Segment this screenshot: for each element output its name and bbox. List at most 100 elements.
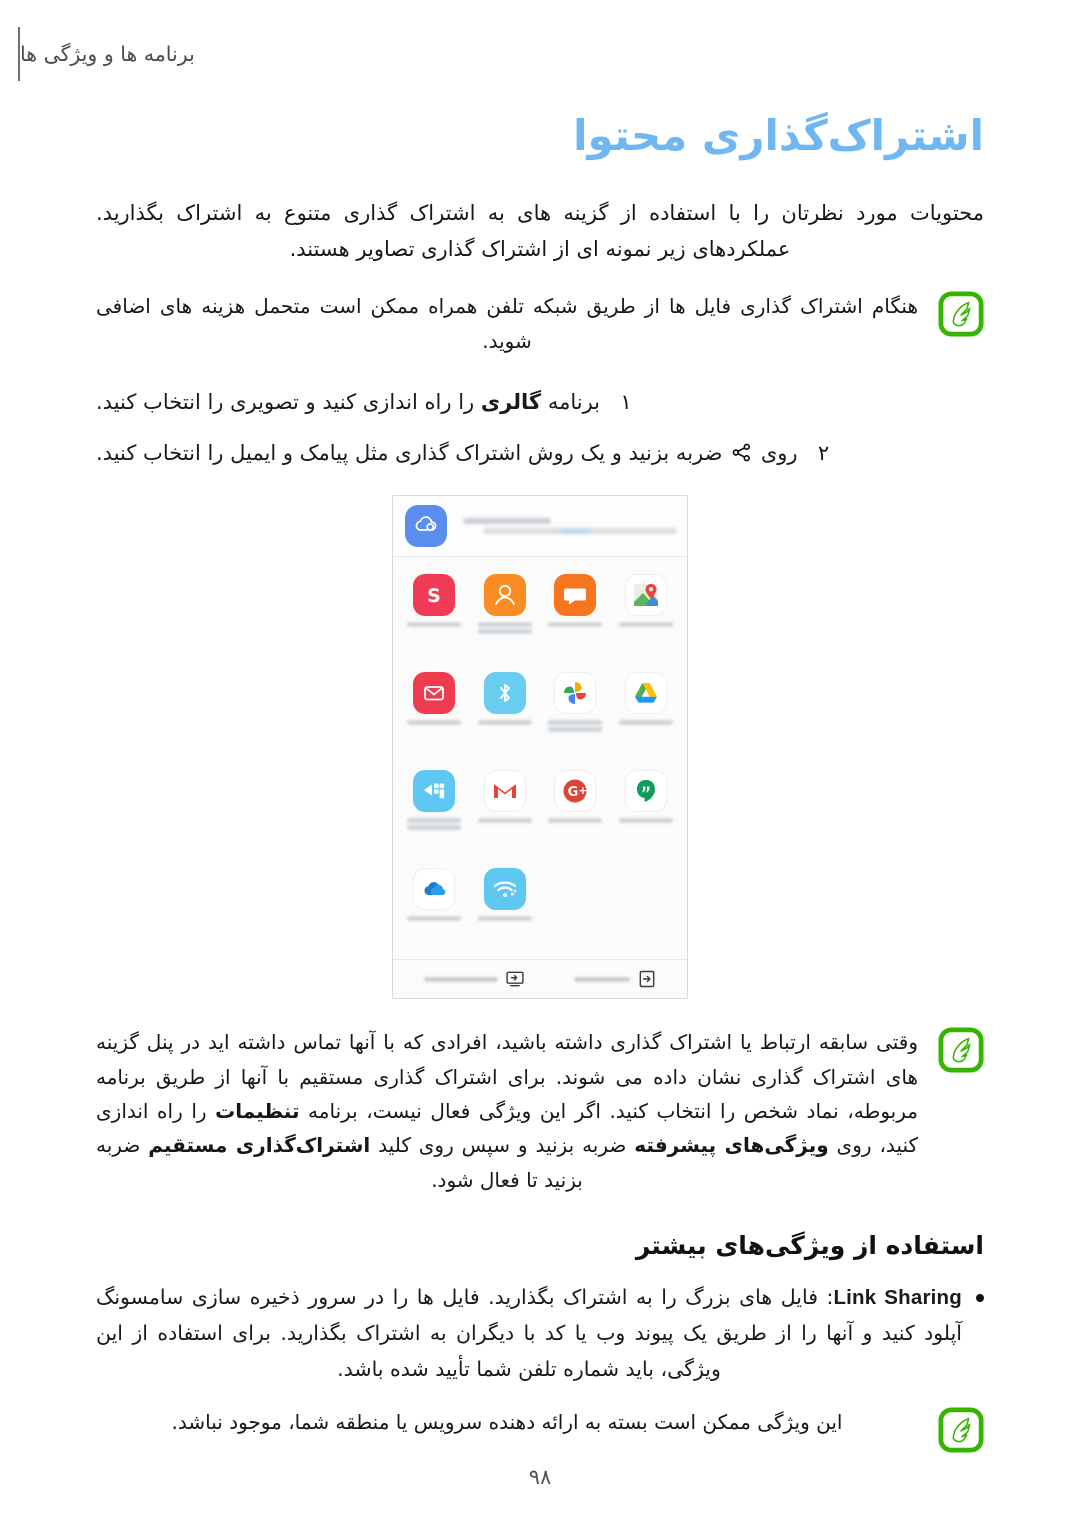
app-label-blurred xyxy=(618,622,673,628)
svg-text:S: S xyxy=(427,585,441,607)
hangouts-icon xyxy=(624,770,667,813)
header-subtitle-placeholder xyxy=(483,528,677,535)
share-icon xyxy=(731,442,752,463)
step-2-number: ۲ xyxy=(817,440,830,465)
link-sharing-icon xyxy=(637,969,657,989)
note-bottom-line3: ضربه بزنید و سپس روی کلید xyxy=(370,1133,635,1158)
share-target-google-photos[interactable] xyxy=(540,665,611,759)
note-last-text: این ویژگی ممکن است بسته به ارائه دهنده س… xyxy=(171,1410,843,1435)
share-target-google-drive[interactable] xyxy=(611,665,682,759)
wifi-direct-icon xyxy=(483,868,526,911)
share-sheet-screenshot: S G + xyxy=(96,495,984,1000)
share-target-google-plus[interactable]: G + xyxy=(540,763,611,857)
bullet-term-link-sharing: Link Sharing xyxy=(833,1286,962,1310)
app-label-blurred xyxy=(477,916,532,922)
share-target-wifi-direct[interactable] xyxy=(470,861,541,955)
footer-label-blurred xyxy=(423,976,498,982)
note-callout-last: این ویژگی ممکن است بسته به ارائه دهنده س… xyxy=(96,1405,984,1453)
note-bottom-bold-settings: تنظیمات xyxy=(215,1099,300,1124)
footer-label-blurred xyxy=(573,976,630,982)
step-2: ۲ روی ضربه بزنید و یک روش اشتراک گذاری م… xyxy=(96,435,984,472)
google-drive-icon xyxy=(624,672,667,715)
share-target-hangouts[interactable] xyxy=(611,763,682,857)
note-bottom-bold-direct-share: اشتراک‌گذاری مستقیم xyxy=(148,1133,371,1158)
app-label-blurred xyxy=(548,818,603,824)
manual-page: برنامه ها و ویژگی ها اشتراک‌گذاری محتوا … xyxy=(0,0,1080,1527)
running-header-title: برنامه ها و ویژگی ها xyxy=(20,42,195,66)
subheading-more-features: استفاده از ویژگی‌های بیشتر xyxy=(635,1231,984,1261)
screen-mirroring-icon xyxy=(505,969,525,989)
share-target-maps[interactable] xyxy=(611,567,682,661)
page-content: اشتراک‌گذاری محتوا محتویات مورد نظرتان ر… xyxy=(96,110,984,1469)
app-label-blurred xyxy=(477,622,532,635)
note-top-text: هنگام اشتراک گذاری فایل ها از طریق شبکه … xyxy=(96,294,918,353)
share-target-skype[interactable]: S xyxy=(399,567,470,661)
page-number: ۹۸ xyxy=(528,1465,552,1489)
instruction-steps: ۱ برنامه گالری را راه اندازی کنید و تصوی… xyxy=(96,384,984,471)
app-label-blurred xyxy=(407,916,462,922)
messages-icon xyxy=(554,574,597,617)
step-1: ۱ برنامه گالری را راه اندازی کنید و تصوی… xyxy=(96,384,984,421)
onedrive-icon xyxy=(413,868,456,911)
header-title-placeholder xyxy=(463,518,551,525)
note-leaf-icon xyxy=(938,1027,984,1073)
email-icon xyxy=(413,672,456,715)
app-label-blurred xyxy=(548,622,603,628)
bullet-link-sharing: Link Sharing: فایل های بزرگ را به اشتراک… xyxy=(96,1280,984,1387)
svg-text:+: + xyxy=(579,784,588,797)
share-target-email[interactable] xyxy=(399,665,470,759)
bluetooth-icon xyxy=(483,672,526,715)
bullet-link-sharing-text: Link Sharing: فایل های بزرگ را به اشتراک… xyxy=(96,1280,962,1387)
app-label-blurred xyxy=(407,720,462,726)
step-1-text-before: برنامه xyxy=(541,390,600,415)
note-callout-bottom: وقتی سابقه ارتباط یا اشتراک گذاری داشته … xyxy=(96,1025,984,1197)
note-bottom-text: وقتی سابقه ارتباط یا اشتراک گذاری داشته … xyxy=(96,1025,918,1197)
step-1-text: برنامه گالری را راه اندازی کنید و تصویری… xyxy=(96,384,600,421)
note-callout-top: هنگام اشتراک گذاری فایل ها از طریق شبکه … xyxy=(96,289,984,358)
smart-switch-icon xyxy=(413,770,456,813)
samsung-cloud-icon xyxy=(405,505,447,548)
app-label-blurred xyxy=(548,720,603,733)
contacts-icon xyxy=(483,574,526,617)
footer-item-link-sharing[interactable] xyxy=(573,969,657,989)
step-2-text-before: روی xyxy=(754,440,798,465)
step-1-text-after: را راه اندازی کنید و تصویری را انتخاب کن… xyxy=(96,390,481,415)
note-bottom-bold-advanced-features: ویژگی‌های پیشرفته xyxy=(634,1133,829,1158)
share-target-gmail[interactable] xyxy=(470,763,541,857)
google-photos-icon xyxy=(554,672,597,715)
bullet-dot-icon xyxy=(976,1294,984,1303)
step-2-text-after: ضربه بزنید و یک روش اشتراک گذاری مثل پیا… xyxy=(96,440,730,465)
maps-icon xyxy=(624,574,667,617)
app-label-blurred xyxy=(618,818,673,824)
share-target-onedrive[interactable] xyxy=(399,861,470,955)
svg-text:G: G xyxy=(568,785,579,800)
share-sheet-header xyxy=(393,496,687,558)
app-label-blurred xyxy=(407,622,462,628)
skype-icon: S xyxy=(413,574,456,617)
app-label-blurred xyxy=(477,818,532,824)
step-1-number: ۱ xyxy=(620,390,632,415)
share-target-messages[interactable] xyxy=(540,567,611,661)
share-sheet-panel: S G + xyxy=(392,495,688,1000)
intro-paragraph: محتویات مورد نظرتان را با استفاده از گزی… xyxy=(96,201,984,262)
google-plus-icon: G + xyxy=(554,770,597,813)
running-header: برنامه ها و ویژگی ها xyxy=(0,26,1080,82)
footer-item-screen-mirroring[interactable] xyxy=(423,969,525,989)
app-label-blurred xyxy=(407,818,462,831)
share-target-bluetooth[interactable] xyxy=(470,665,541,759)
app-label-blurred xyxy=(477,720,532,726)
share-target-grid: S G + xyxy=(393,557,687,959)
header-divider-rule xyxy=(18,27,20,81)
feature-bullet-list: Link Sharing: فایل های بزرگ را به اشتراک… xyxy=(96,1280,984,1387)
share-sheet-header-text xyxy=(457,514,677,538)
page-title: اشتراک‌گذاری محتوا xyxy=(573,111,984,160)
note-leaf-icon xyxy=(938,291,984,337)
note-leaf-icon xyxy=(938,1407,984,1453)
gmail-icon xyxy=(483,770,526,813)
share-sheet-footer xyxy=(393,959,687,998)
share-target-smart-switch[interactable] xyxy=(399,763,470,857)
share-target-contacts[interactable] xyxy=(470,567,541,661)
step-2-text: روی ضربه بزنید و یک روش اشتراک گذاری مثل… xyxy=(96,435,798,472)
app-label-blurred xyxy=(618,720,673,726)
step-1-bold-term: گالری xyxy=(480,390,542,415)
